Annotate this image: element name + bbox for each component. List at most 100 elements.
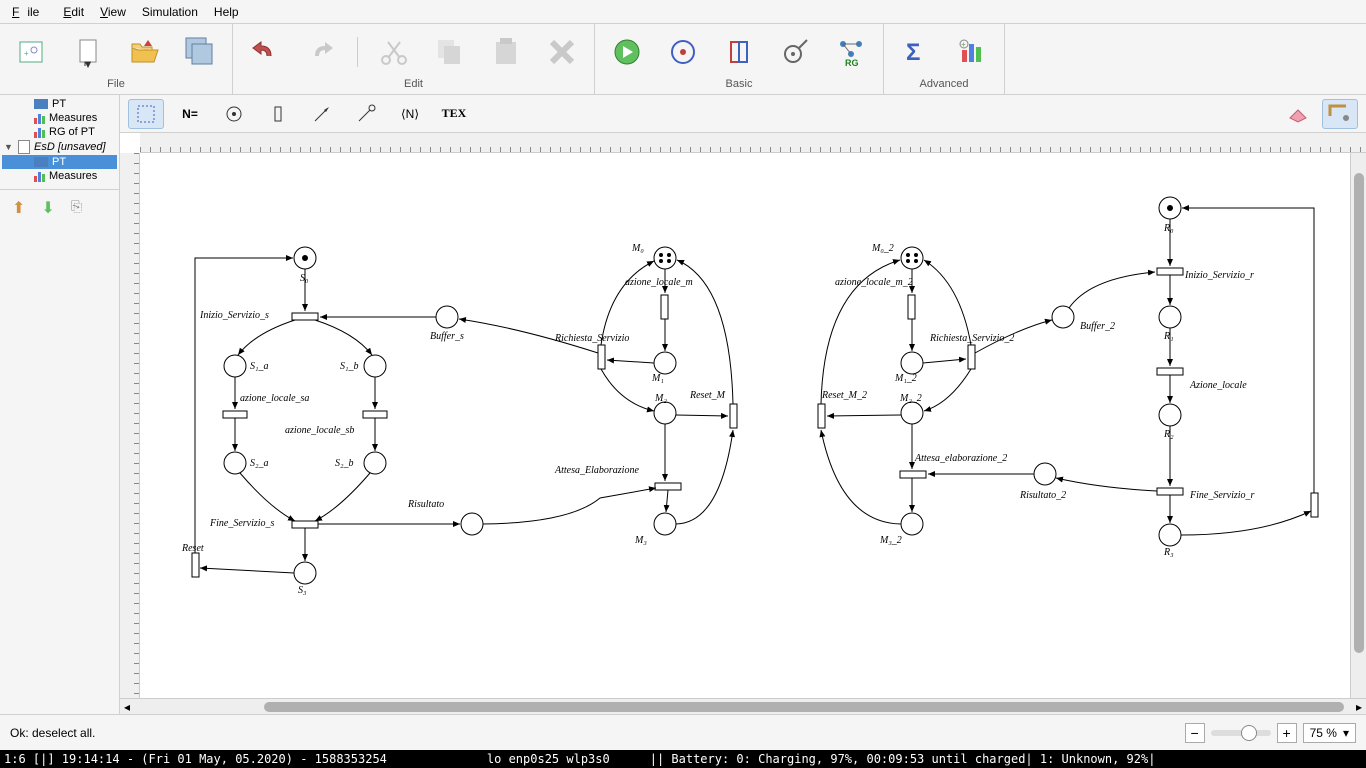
- advanced-chart-button[interactable]: +: [952, 32, 992, 72]
- petri-net-diagram[interactable]: S₀ Inizio_Servizio_s S₁_a S₁_b azione_lo…: [140, 153, 1350, 673]
- zoom-in-button[interactable]: +: [1277, 723, 1297, 743]
- svg-text:azione_locale_sa: azione_locale_sa: [240, 393, 309, 404]
- svg-text:M₁: M₁: [651, 373, 664, 384]
- delete-button[interactable]: [542, 32, 582, 72]
- redo-button[interactable]: [301, 32, 341, 72]
- svg-text:R₀: R₀: [1163, 223, 1174, 234]
- menu-edit[interactable]: Edit: [55, 3, 92, 21]
- net-icon: [34, 157, 48, 167]
- canvas[interactable]: S₀ Inizio_Servizio_s S₁_a S₁_b azione_lo…: [140, 153, 1350, 698]
- menu-view[interactable]: View: [92, 3, 134, 21]
- duplicate-button[interactable]: ⎘: [71, 198, 82, 218]
- svg-text:S₁_b: S₁_b: [340, 361, 358, 372]
- bars-icon: [34, 126, 45, 138]
- svg-text:Richiesta_Servizio_2: Richiesta_Servizio_2: [929, 333, 1014, 344]
- svg-text:RG: RG: [845, 58, 859, 68]
- menu-simulation[interactable]: Simulation: [134, 3, 206, 21]
- menu-file[interactable]: File: [4, 3, 55, 21]
- ruler-horizontal: [140, 133, 1366, 153]
- zoom-out-button[interactable]: −: [1185, 723, 1205, 743]
- tree-item-measures[interactable]: Measures: [2, 111, 117, 125]
- svg-text:Fine_Servizio_s: Fine_Servizio_s: [209, 518, 275, 529]
- svg-text:+: +: [961, 40, 966, 49]
- menubar: File Edit View Simulation Help: [0, 0, 1366, 24]
- inhibitor-tool[interactable]: [348, 99, 384, 129]
- zoom-value[interactable]: 75 %▾: [1303, 723, 1356, 743]
- copy-button[interactable]: [430, 32, 470, 72]
- undo-button[interactable]: [245, 32, 285, 72]
- unfold-button[interactable]: [719, 32, 759, 72]
- svg-text:Σ: Σ: [906, 39, 920, 66]
- tex-tool[interactable]: TEX: [436, 99, 472, 129]
- svg-text:S₁_a: S₁_a: [250, 361, 268, 372]
- play-button[interactable]: [607, 32, 647, 72]
- scrollbar-horizontal[interactable]: ◂▸: [120, 698, 1366, 714]
- tree-item-measures-2[interactable]: Measures: [2, 169, 117, 183]
- token-game-button[interactable]: [663, 32, 703, 72]
- paste-button[interactable]: [486, 32, 526, 72]
- zoom-slider[interactable]: [1211, 730, 1271, 736]
- svg-text:S₃: S₃: [298, 585, 307, 596]
- taskbar-mid: lo enp0s25 wlp3s0: [487, 752, 610, 766]
- svg-text:azione_locale_m: azione_locale_m: [625, 277, 693, 288]
- open-button[interactable]: [124, 32, 164, 72]
- svg-text:S₂_a: S₂_a: [250, 458, 268, 469]
- svg-text:Azione_locale: Azione_locale: [1189, 380, 1247, 391]
- svg-text:M₀_2: M₀_2: [871, 243, 894, 254]
- svg-text:R₂: R₂: [1163, 429, 1174, 440]
- place-tool[interactable]: [216, 99, 252, 129]
- svg-text:R₃: R₃: [1163, 547, 1174, 558]
- scrollbar-vertical[interactable]: [1350, 153, 1366, 698]
- sigma-button[interactable]: Σ: [896, 32, 936, 72]
- move-up-button[interactable]: ⬆: [12, 198, 25, 218]
- new-page-button[interactable]: [68, 32, 108, 72]
- svg-text:Risultato: Risultato: [407, 499, 444, 510]
- svg-text:Attesa_Elaborazione: Attesa_Elaborazione: [554, 465, 639, 476]
- svg-text:Buffer_2: Buffer_2: [1080, 321, 1115, 332]
- select-tool[interactable]: [128, 99, 164, 129]
- svg-text:Reset_M: Reset_M: [689, 390, 726, 401]
- menu-help[interactable]: Help: [206, 3, 247, 21]
- page-icon: [18, 140, 30, 154]
- arc-tool[interactable]: [304, 99, 340, 129]
- svg-text:Buffer_s: Buffer_s: [430, 331, 464, 342]
- system-taskbar: 1:6 [|] 19:14:14 - (Fri 01 May, 05.2020)…: [0, 750, 1366, 768]
- svg-text:M₂_2: M₂_2: [899, 393, 922, 404]
- measure-button[interactable]: [775, 32, 815, 72]
- save-all-button[interactable]: [180, 32, 220, 72]
- new-net-button[interactable]: +: [12, 32, 52, 72]
- transition-tool[interactable]: [260, 99, 296, 129]
- tree-item-pt[interactable]: PT: [2, 97, 117, 111]
- svg-text:M₁_2: M₁_2: [894, 373, 917, 384]
- move-down-button[interactable]: ⬇: [41, 198, 54, 218]
- svg-text:Inizio_Servizio_r: Inizio_Servizio_r: [1184, 270, 1254, 281]
- tree-item-rg[interactable]: RG of PT: [2, 125, 117, 139]
- net-icon: [34, 99, 48, 109]
- svg-text:R₁: R₁: [1163, 331, 1174, 342]
- toolbar-label-file: File: [107, 76, 125, 92]
- svg-text:Reset: Reset: [181, 543, 204, 554]
- svg-text:Inizio_Servizio_s: Inizio_Servizio_s: [199, 310, 269, 321]
- toolbar-label-basic: Basic: [726, 76, 753, 92]
- tree-item-pt-2[interactable]: PT: [2, 155, 117, 169]
- expand-icon[interactable]: ▼: [4, 142, 14, 152]
- svg-text:Fine_Servizio_r: Fine_Servizio_r: [1189, 490, 1255, 501]
- svg-text:S₂_b: S₂_b: [335, 458, 353, 469]
- status-bar: Ok: deselect all. − + 75 %▾: [0, 714, 1366, 750]
- tree-item-esd[interactable]: ▼EsD [unsaved]: [2, 139, 117, 155]
- main-toolbar: + File Edit RG Basic Σ +: [0, 24, 1366, 95]
- svg-text:azione_locale_m_2: azione_locale_m_2: [835, 277, 913, 288]
- editor-toolbar: N= ⟨N⟩ TEX: [120, 95, 1366, 133]
- angle-tool[interactable]: ⟨N⟩: [392, 99, 428, 129]
- ruler-vertical: [120, 153, 140, 698]
- ruler-tool[interactable]: [1322, 99, 1358, 129]
- taskbar-left: 1:6 [|] 19:14:14 - (Fri 01 May, 05.2020)…: [4, 752, 387, 766]
- toolbar-label-advanced: Advanced: [920, 76, 969, 92]
- svg-text:M₃_2: M₃_2: [879, 535, 902, 546]
- status-message: Ok: deselect all.: [10, 726, 1175, 740]
- name-tool[interactable]: N=: [172, 99, 208, 129]
- eraser-tool[interactable]: [1280, 99, 1316, 129]
- cut-button[interactable]: [374, 32, 414, 72]
- svg-text:azione_locale_sb: azione_locale_sb: [285, 425, 354, 436]
- rg-button[interactable]: RG: [831, 32, 871, 72]
